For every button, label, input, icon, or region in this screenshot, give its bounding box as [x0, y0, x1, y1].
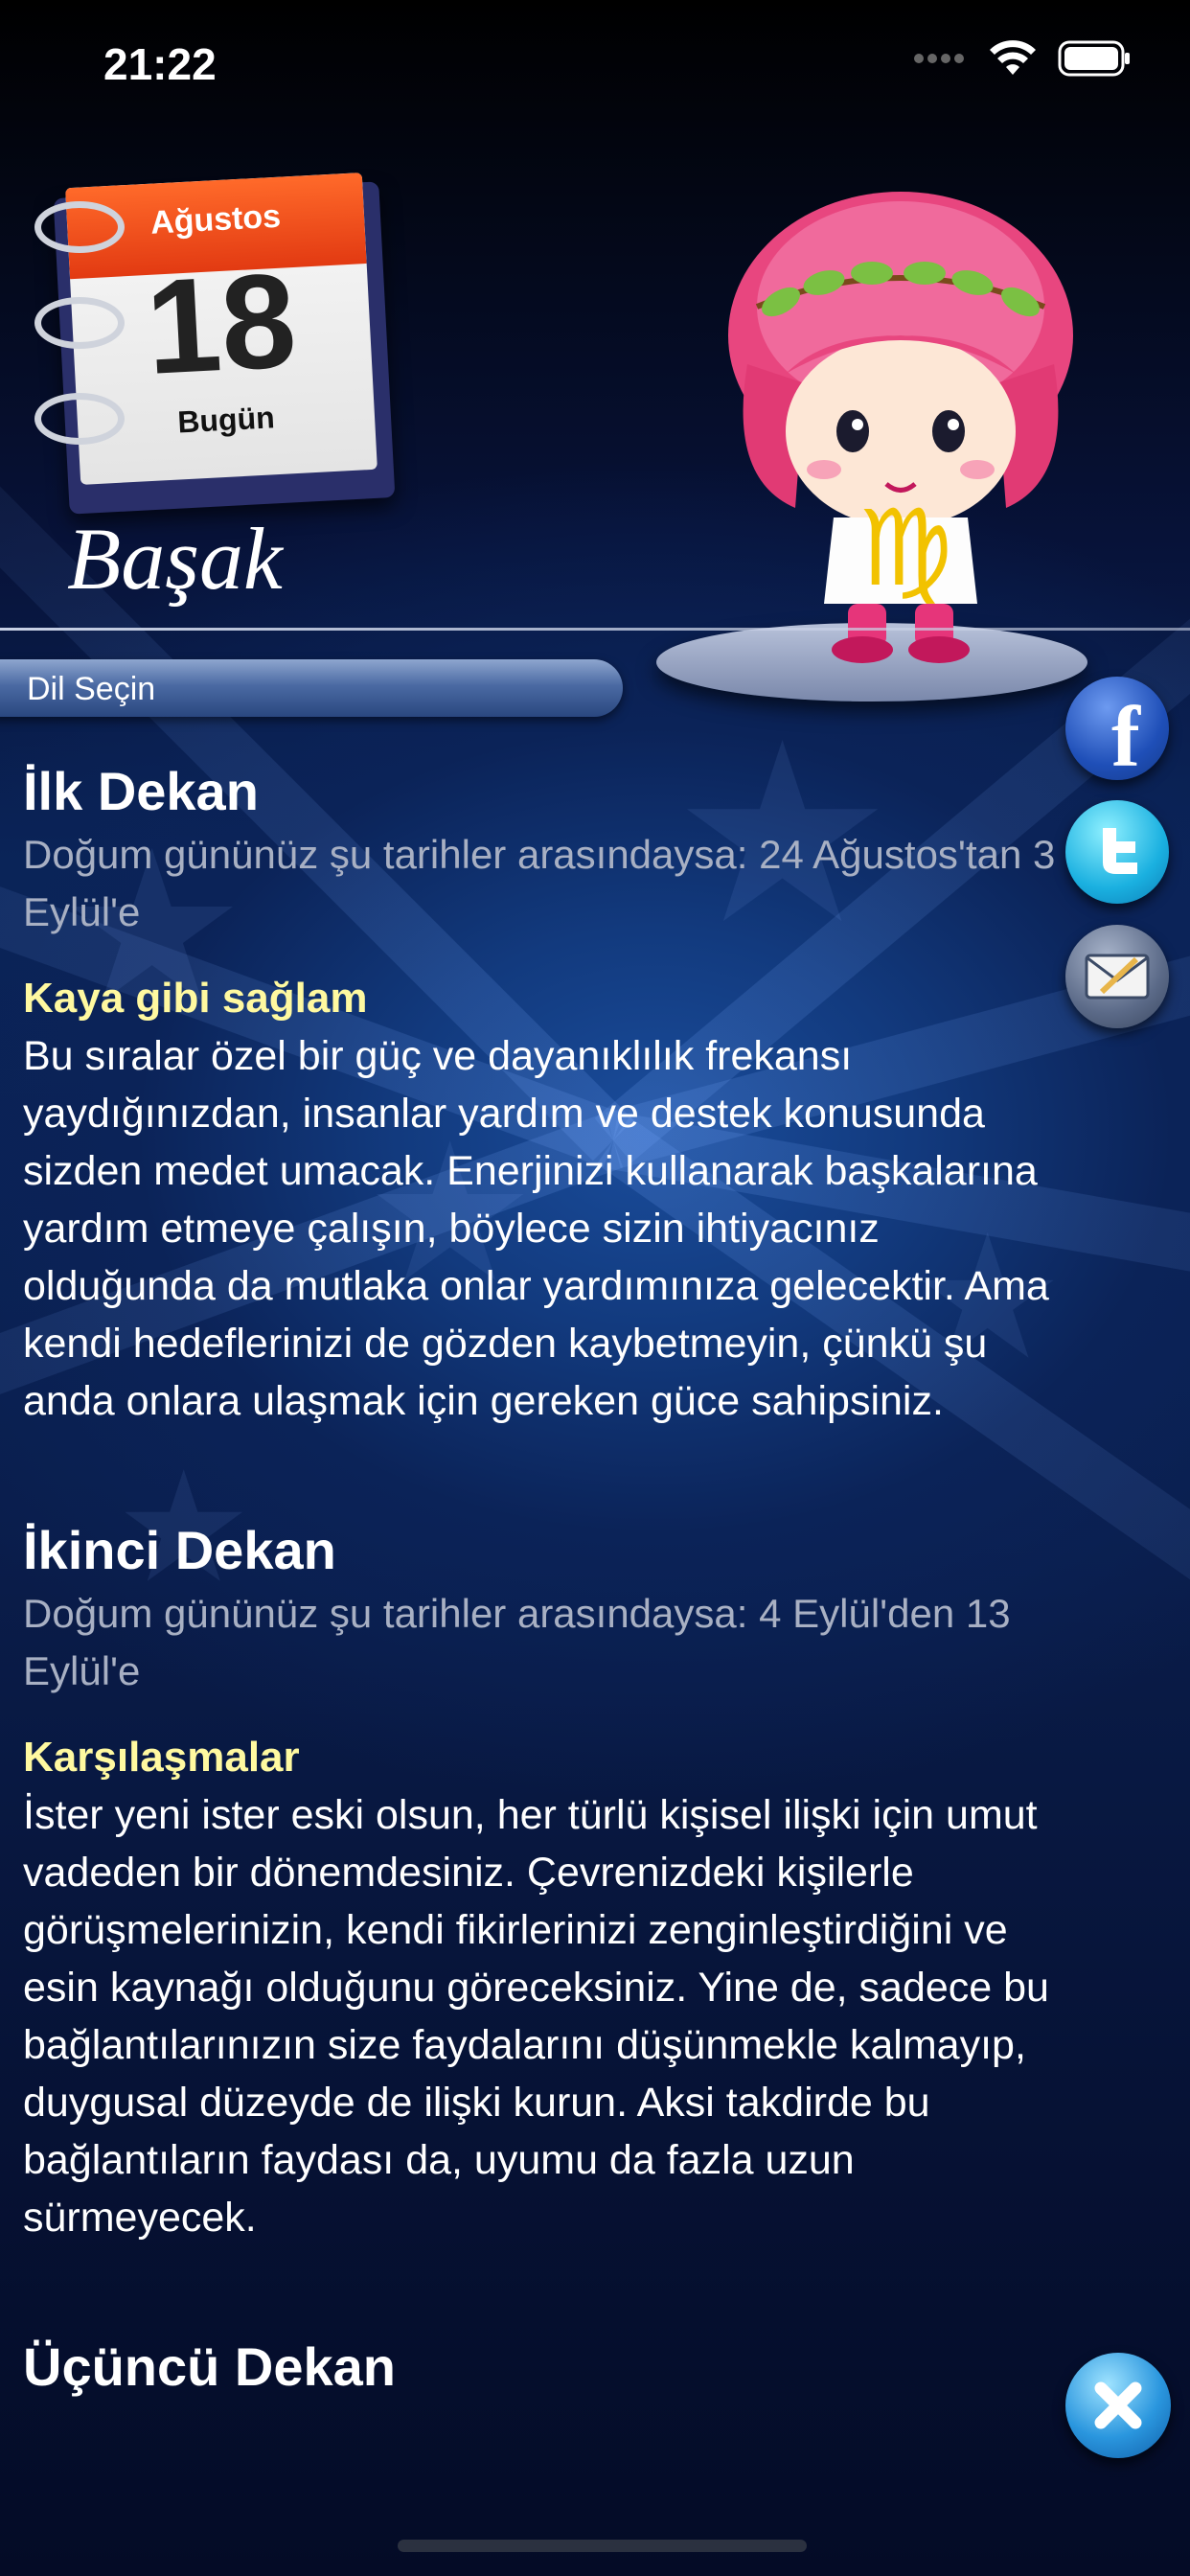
decan-section-3: Üçüncü Dekan	[23, 2333, 1063, 2402]
language-selector-label[interactable]: Dil Seçin	[27, 671, 155, 708]
svg-text:♍: ♍	[858, 487, 953, 610]
signal-icon	[914, 54, 964, 63]
header-divider	[0, 628, 1190, 631]
horoscope-content: İlk Dekan Doğum gününüz şu tarihler aras…	[23, 757, 1063, 2402]
twitter-icon	[1103, 828, 1137, 874]
status-icons	[912, 40, 1133, 77]
email-share-button[interactable]	[1065, 925, 1169, 1028]
mail-icon	[1085, 954, 1150, 1000]
home-indicator[interactable]	[398, 2540, 807, 2552]
calendar-widget: Ağustos 18 Bugün	[34, 172, 396, 515]
sign-title: Başak	[67, 510, 283, 608]
decan-body: Bu sıralar özel bir güç ve dayanıklılık …	[23, 1033, 1049, 1424]
decan-title: Üçüncü Dekan	[23, 2336, 396, 2397]
decan-subtitle: Karşılaşmalar	[23, 1734, 300, 1781]
decan-section-1: İlk Dekan Doğum gününüz şu tarihler aras…	[23, 757, 1063, 1430]
wifi-icon	[990, 40, 1036, 75]
decan-section-2: İkinci Dekan Doğum gününüz şu tarihler a…	[23, 1516, 1063, 2246]
close-icon	[1094, 2381, 1142, 2429]
decan-body: İster yeni ister eski olsun, her türlü k…	[23, 1792, 1049, 2241]
facebook-icon: f	[1111, 689, 1140, 785]
decan-subtitle: Kaya gibi sağlam	[23, 975, 368, 1022]
decan-dates: Doğum gününüz şu tarihler arasındaysa: 4…	[23, 1591, 1011, 1693]
virgo-mascot-icon: ♍	[728, 192, 1073, 663]
twitter-share-button[interactable]	[1065, 800, 1169, 904]
decan-dates: Doğum gününüz şu tarihler arasındaysa: 2…	[23, 832, 1056, 934]
facebook-share-button[interactable]: f	[1065, 677, 1169, 785]
decan-title: İkinci Dekan	[23, 1520, 336, 1580]
close-button[interactable]	[1065, 2353, 1171, 2458]
battery-icon	[1058, 40, 1130, 77]
status-time: 21:22	[103, 39, 217, 89]
decan-title: İlk Dekan	[23, 761, 259, 821]
